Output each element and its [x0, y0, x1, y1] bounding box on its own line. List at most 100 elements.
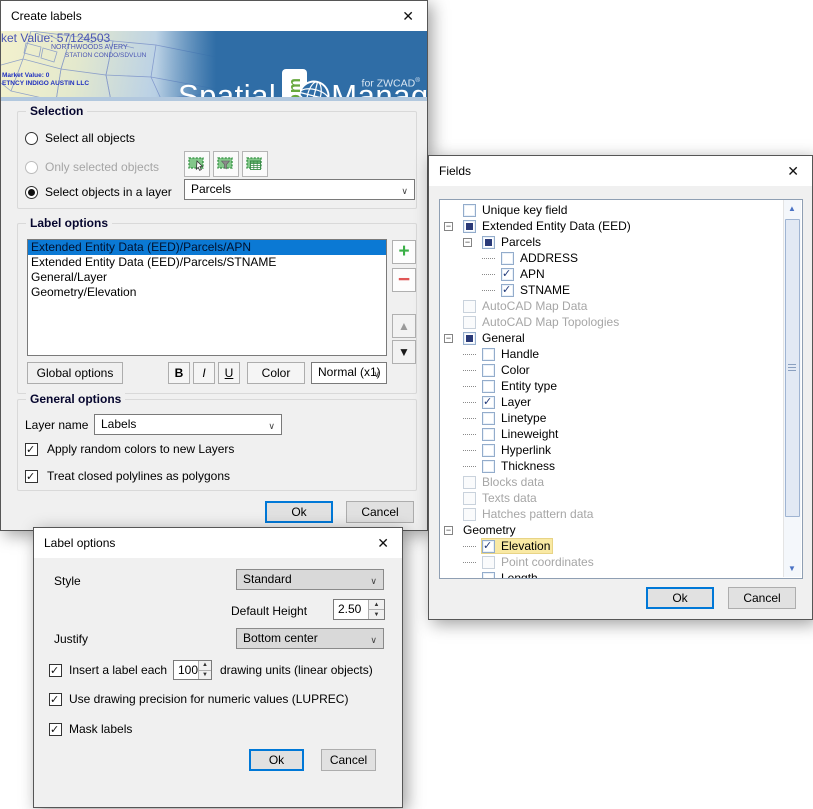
ok-button[interactable]: Ok [249, 749, 304, 771]
tree-checkbox[interactable] [482, 364, 495, 377]
cancel-button[interactable]: Cancel [346, 501, 414, 523]
close-icon[interactable]: ✕ [787, 163, 799, 179]
tree-node[interactable]: STNAME [501, 283, 572, 297]
closed-polylines-checkbox[interactable] [25, 470, 38, 483]
tree-row[interactable]: − General [440, 330, 802, 346]
random-colors-checkbox[interactable] [25, 443, 38, 456]
cancel-button[interactable]: Cancel [728, 587, 796, 609]
tree-label[interactable]: Color [501, 363, 530, 377]
bold-button[interactable]: B [168, 362, 190, 384]
fields-tree[interactable]: Unique key field − Extended Entity Data … [439, 199, 803, 579]
tree-label[interactable]: STNAME [520, 283, 570, 297]
tree-node[interactable]: AutoCAD Map Topologies [463, 315, 621, 329]
underline-button[interactable]: U [218, 362, 240, 384]
collapse-icon[interactable] [463, 370, 476, 371]
tree-row[interactable]: − Extended Entity Data (EED) [440, 218, 802, 234]
radio-layer-label[interactable]: Select objects in a layer [45, 185, 172, 199]
tree-row[interactable]: APN [440, 266, 802, 282]
tree-node[interactable]: ADDRESS [501, 251, 580, 265]
text-scale-combo[interactable]: Normal (x1) ∨ [311, 362, 387, 384]
scrollbar-thumb[interactable] [785, 219, 800, 517]
tree-node[interactable]: Blocks data [463, 475, 546, 489]
style-combo[interactable]: Standard ∨ [236, 569, 384, 590]
spinner-buttons[interactable]: ▲ ▼ [198, 661, 211, 679]
tree-checkbox[interactable] [501, 284, 514, 297]
tree-checkbox[interactable] [463, 508, 476, 521]
filter-objects-button[interactable] [213, 151, 239, 177]
tree-label[interactable]: Geometry [463, 523, 516, 537]
tree-label[interactable]: Point coordinates [501, 555, 594, 569]
tree-row[interactable]: Thickness [440, 458, 802, 474]
tree-label[interactable]: AutoCAD Map Topologies [482, 315, 619, 329]
tree-node[interactable]: Extended Entity Data (EED) [463, 219, 633, 233]
tree-node[interactable]: Geometry [463, 523, 518, 537]
random-colors-label[interactable]: Apply random colors to new Layers [47, 442, 234, 456]
tree-row[interactable]: Layer [440, 394, 802, 410]
collapse-icon[interactable] [463, 354, 476, 355]
tree-scrollbar[interactable]: ▲ ▼ [783, 200, 801, 577]
tree-label[interactable]: Extended Entity Data (EED) [482, 219, 631, 233]
add-field-button[interactable]: + [392, 240, 416, 264]
collapse-icon[interactable] [482, 258, 495, 259]
layer-name-combo[interactable]: Labels ∨ [94, 414, 282, 435]
collapse-icon[interactable] [463, 386, 476, 387]
collapse-icon[interactable] [463, 562, 476, 563]
tree-checkbox[interactable] [482, 412, 495, 425]
scroll-up-icon[interactable]: ▲ [784, 200, 800, 217]
tree-checkbox[interactable] [463, 300, 476, 313]
tree-node[interactable]: Thickness [482, 459, 557, 473]
spinner-buttons[interactable]: ▲ ▼ [368, 600, 384, 619]
list-item[interactable]: Extended Entity Data (EED)/Parcels/STNAM… [28, 255, 386, 270]
tree-row[interactable]: Texts data [440, 490, 802, 506]
tree-node[interactable]: Entity type [482, 379, 559, 393]
list-item[interactable]: Geometry/Elevation [28, 285, 386, 300]
collapse-icon[interactable] [463, 418, 476, 419]
tree-label[interactable]: Texts data [482, 491, 537, 505]
remove-field-button[interactable]: − [392, 268, 416, 292]
mask-labels-label[interactable]: Mask labels [69, 722, 132, 736]
tree-node[interactable]: Elevation [482, 539, 552, 553]
tree-checkbox[interactable] [482, 428, 495, 441]
collapse-icon[interactable] [463, 450, 476, 451]
label-fields-list[interactable]: Extended Entity Data (EED)/Parcels/APN E… [27, 239, 387, 356]
tree-checkbox[interactable] [463, 332, 476, 345]
tree-row[interactable]: Length [440, 570, 802, 579]
tree-checkbox[interactable] [482, 444, 495, 457]
tree-row[interactable]: − Parcels [440, 234, 802, 250]
tree-node[interactable]: Point coordinates [482, 555, 596, 569]
tree-label[interactable]: Parcels [501, 235, 541, 249]
move-down-button[interactable]: ▼ [392, 340, 416, 364]
tree-row[interactable]: Lineweight [440, 426, 802, 442]
tree-node[interactable]: General [463, 331, 527, 345]
tree-checkbox[interactable] [463, 316, 476, 329]
collapse-icon[interactable] [463, 434, 476, 435]
tree-node[interactable]: Texts data [463, 491, 539, 505]
tree-label[interactable]: Thickness [501, 459, 555, 473]
collapse-icon[interactable] [444, 302, 453, 311]
tree-label[interactable]: Entity type [501, 379, 557, 393]
collapse-icon[interactable] [463, 402, 476, 403]
tree-label[interactable]: Elevation [501, 539, 550, 553]
tree-label[interactable]: Linetype [501, 411, 546, 425]
luprec-checkbox[interactable] [49, 693, 62, 706]
tree-label[interactable]: Lineweight [501, 427, 558, 441]
collapse-icon[interactable] [444, 206, 453, 215]
tree-checkbox[interactable] [501, 268, 514, 281]
tree-row[interactable]: Unique key field [440, 202, 802, 218]
table-objects-button[interactable] [242, 151, 268, 177]
tree-row[interactable]: Color [440, 362, 802, 378]
tree-node[interactable]: Unique key field [463, 203, 569, 217]
tree-checkbox[interactable] [482, 572, 495, 580]
tree-checkbox[interactable] [482, 396, 495, 409]
label-options-titlebar[interactable]: Label options ✕ [34, 528, 402, 558]
tree-checkbox[interactable] [482, 380, 495, 393]
tree-node[interactable]: Lineweight [482, 427, 560, 441]
tree-row[interactable]: Hatches pattern data [440, 506, 802, 522]
insert-label-checkbox[interactable] [49, 664, 62, 677]
tree-row[interactable]: Hyperlink [440, 442, 802, 458]
ok-button[interactable]: Ok [646, 587, 714, 609]
tree-label[interactable]: ADDRESS [520, 251, 578, 265]
tree-row[interactable]: Linetype [440, 410, 802, 426]
collapse-icon[interactable] [444, 494, 453, 503]
tree-node[interactable]: Linetype [482, 411, 548, 425]
